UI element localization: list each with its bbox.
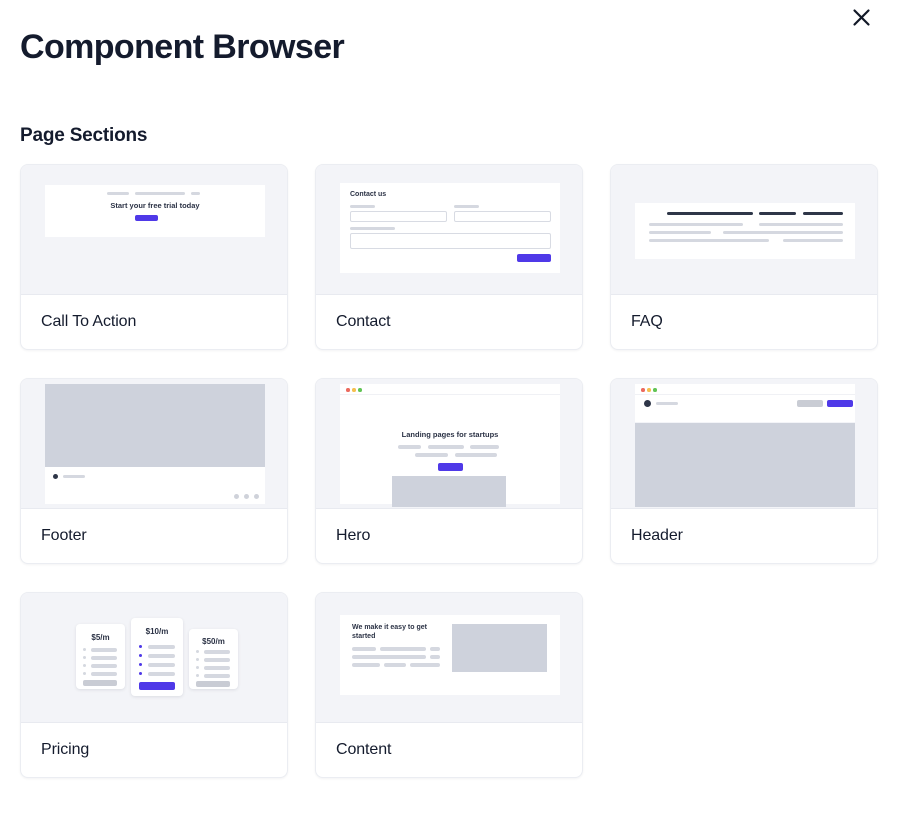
preview-call-to-action: Start your free trial today: [21, 165, 287, 295]
component-card-label: Content: [336, 741, 392, 758]
preview-faq: [611, 165, 877, 295]
preview-header-nav-button: [797, 400, 823, 407]
preview-pricing-price: $5/m: [91, 633, 110, 642]
preview-contact-field-2: [454, 211, 551, 222]
component-card-label: FAQ: [631, 313, 663, 330]
preview-footer: [21, 379, 287, 509]
preview-contact-field-3: [350, 233, 551, 249]
component-card-content[interactable]: We make it easy to get started Content: [315, 592, 583, 778]
preview-pricing-cta: [139, 682, 175, 690]
preview-pricing-price: $10/m: [145, 627, 169, 636]
preview-pricing-tier: $5/m: [76, 624, 125, 689]
component-card-label: Footer: [41, 527, 87, 544]
component-card-call-to-action[interactable]: Start your free trial today Call To Acti…: [20, 164, 288, 350]
component-card-contact[interactable]: Contact us Contact: [315, 164, 583, 350]
component-card-label: Call To Action: [41, 313, 137, 330]
close-icon-glyph: [852, 8, 870, 26]
close-icon[interactable]: [844, 0, 878, 34]
component-grid: Start your free trial today Call To Acti…: [20, 164, 880, 778]
component-card-footer[interactable]: Footer: [20, 378, 288, 564]
component-card-label: Hero: [336, 527, 371, 544]
preview-content-headline: We make it easy to get started: [352, 624, 427, 640]
component-card-label: Pricing: [41, 741, 90, 758]
preview-hero: Landing pages for startups: [316, 379, 582, 509]
preview-header-cta: [827, 400, 853, 407]
component-card-hero[interactable]: Landing pages for startups Hero: [315, 378, 583, 564]
preview-pricing-tier: $50/m: [189, 629, 238, 689]
preview-hero-headline: Landing pages for startups: [401, 430, 499, 439]
preview-pricing-tier-featured: $10/m: [131, 618, 183, 696]
preview-cta-headline: Start your free trial today: [110, 201, 200, 210]
component-card-label: Header: [631, 527, 683, 544]
preview-contact-field-1: [350, 211, 447, 222]
component-card-pricing[interactable]: $5/m $10/m $50/m Pricing: [20, 592, 288, 778]
section-heading-page-sections: Page Sections: [20, 125, 148, 146]
preview-footer-logo: [53, 474, 58, 479]
preview-pricing-price: $50/m: [202, 637, 225, 646]
page-title: Component Browser: [20, 28, 345, 66]
preview-header: [611, 379, 877, 509]
component-card-faq[interactable]: FAQ: [610, 164, 878, 350]
preview-contact-submit: [517, 254, 551, 262]
preview-header-logo: [644, 400, 651, 407]
browser-chrome: [340, 384, 560, 395]
component-card-header[interactable]: Header: [610, 378, 878, 564]
preview-hero-button: [438, 463, 463, 471]
preview-contact: Contact us: [316, 165, 582, 295]
component-card-label: Contact: [336, 313, 391, 330]
preview-contact-headline: Contact us: [350, 191, 387, 198]
browser-chrome: [635, 384, 855, 395]
preview-content: We make it easy to get started: [316, 593, 582, 723]
preview-cta-button: [135, 215, 158, 221]
component-browser-dialog: Component Browser Page Sections Start yo…: [0, 0, 900, 820]
preview-pricing: $5/m $10/m $50/m: [21, 593, 287, 723]
